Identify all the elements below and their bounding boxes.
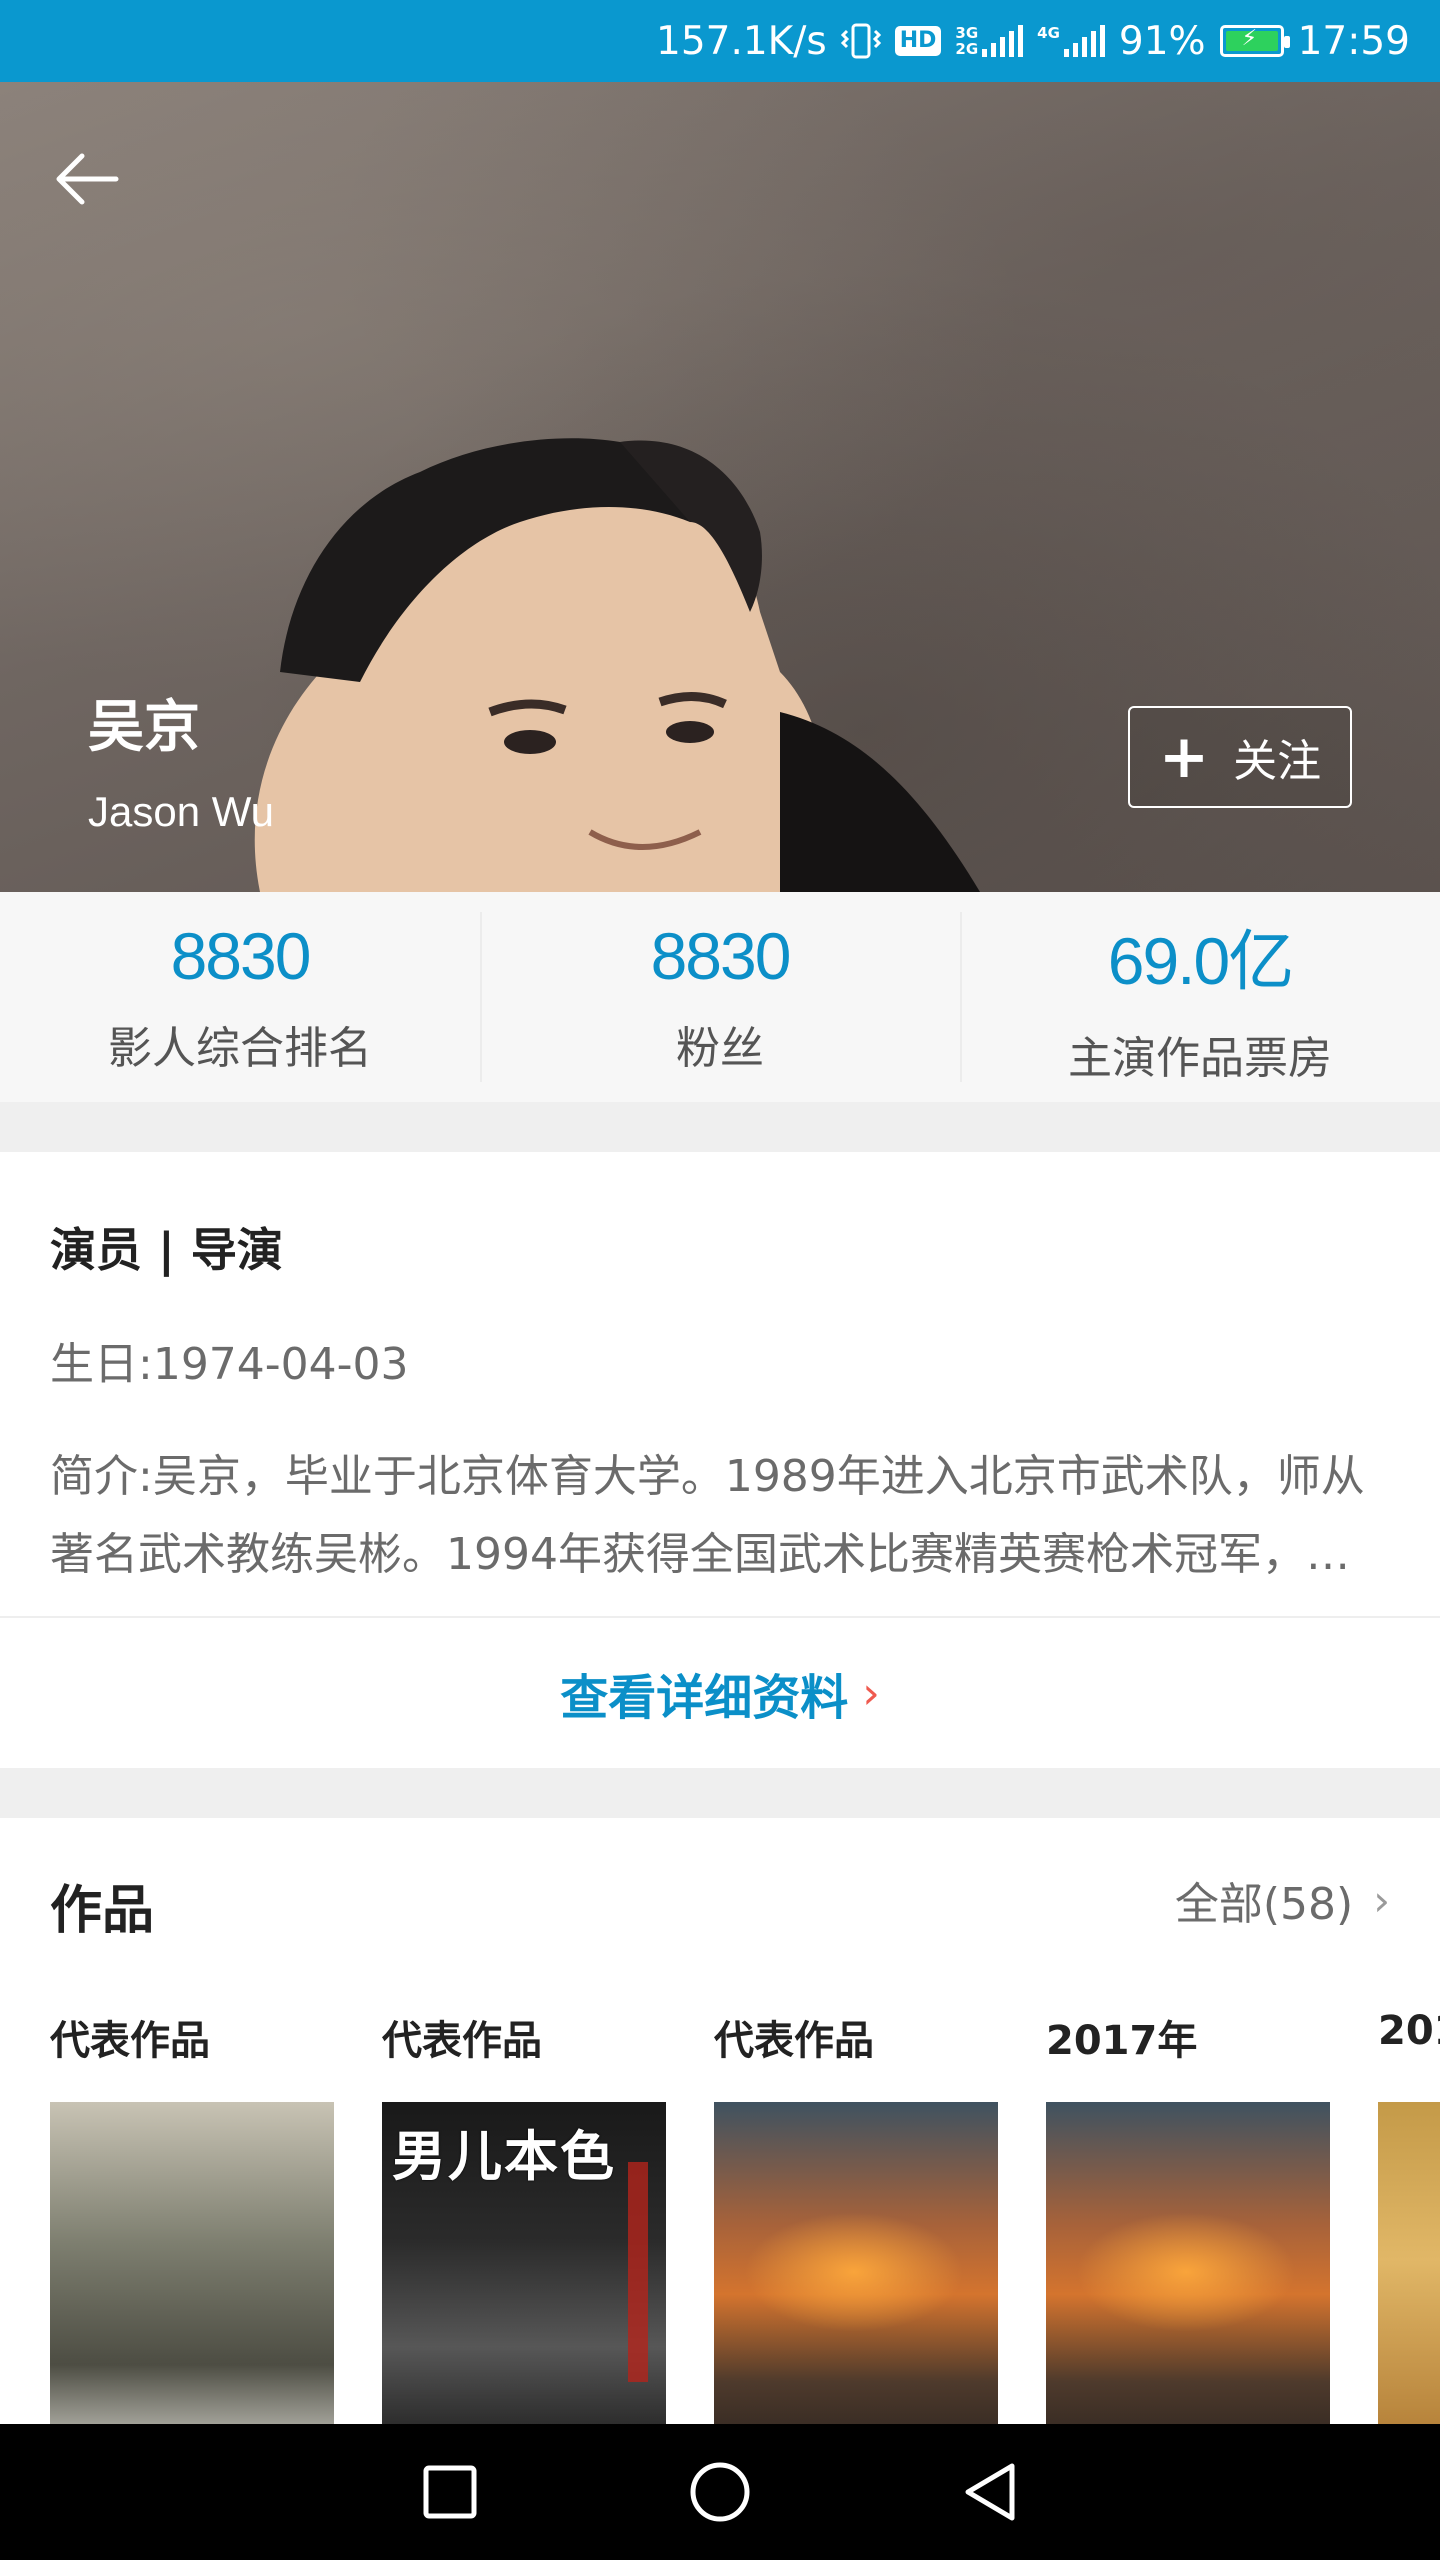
poster-decoration [1076, 2212, 1296, 2332]
work-label: 代表作品 [714, 2018, 874, 2064]
recents-square-icon[interactable] [415, 2457, 485, 2527]
actor-name-en: Jason Wu [88, 788, 274, 835]
work-item[interactable]: 代表作品 [50, 2008, 334, 2424]
battery-icon [1219, 25, 1290, 57]
net-4g-label: 4G [1037, 24, 1060, 42]
works-section: 作品 全部(58) › 代表作品 代表作品 男儿本色 代表作品 2017年 20 [0, 1818, 1440, 2424]
plus-icon: + [1158, 722, 1210, 792]
stat-fans[interactable]: 8830 粉丝 [480, 892, 960, 1102]
actor-name-cn: 吴京 [88, 695, 200, 760]
work-item[interactable]: 代表作品 [714, 2008, 998, 2424]
poster-decoration [628, 2162, 648, 2382]
work-label: 201 [1378, 2008, 1440, 2054]
follow-button[interactable]: + 关注 [1128, 706, 1352, 808]
follow-label: 关注 [1233, 736, 1322, 787]
home-circle-icon[interactable] [685, 2457, 755, 2527]
work-item[interactable]: 2017年 [1046, 2008, 1330, 2424]
work-item[interactable]: 201 [1378, 2008, 1440, 2424]
actor-portrait [254, 438, 980, 892]
profile-section: 演员 | 导演 生日:1974-04-03 简介:吴京，毕业于北京体育大学。19… [0, 1152, 1440, 1618]
work-poster[interactable] [714, 2102, 998, 2424]
stat-box-office[interactable]: 69.0亿 主演作品票房 [960, 892, 1440, 1102]
clock: 17:59 [1297, 18, 1410, 64]
birthday: 生日:1974-04-03 [50, 1339, 409, 1390]
net-2g-label: 2G [955, 40, 979, 58]
view-details-link[interactable]: 查看详细资料 › [0, 1618, 1440, 1768]
roles: 演员 | 导演 [50, 1223, 283, 1277]
chevron-right-icon: › [862, 1667, 880, 1719]
section-spacer [0, 1102, 1440, 1152]
works-title: 作品 [50, 1881, 155, 1941]
screen: 157.1K/s HD 3G2G 4G 91% 17:59 [0, 0, 1440, 2560]
poster-title: 男儿本色 [392, 2125, 616, 2188]
stat-label: 粉丝 [676, 1023, 764, 1074]
net-3g-label: 3G [955, 24, 979, 42]
works-all-label: 全部(58) [1174, 1879, 1354, 1930]
work-item[interactable]: 代表作品 男儿本色 [382, 2008, 666, 2424]
poster-decoration [744, 2212, 964, 2332]
stat-ranking[interactable]: 8830 影人综合排名 [0, 892, 480, 1102]
status-bar: 157.1K/s HD 3G2G 4G 91% 17:59 [0, 0, 1440, 82]
stat-label: 影人综合排名 [108, 1023, 372, 1074]
network-speed: 157.1K/s [656, 18, 827, 64]
back-arrow-icon[interactable] [50, 142, 124, 216]
vibrate-icon [840, 23, 881, 59]
stat-value: 8830 [650, 919, 792, 993]
signal-4g-icon: 4G [1037, 25, 1105, 57]
stat-label: 主演作品票房 [1068, 1033, 1332, 1084]
view-details-label: 查看详细资料 [560, 1670, 849, 1726]
work-label: 代表作品 [382, 2018, 542, 2064]
stats-bar: 8830 影人综合排名 8830 粉丝 69.0亿 主演作品票房 [0, 892, 1440, 1102]
section-spacer [0, 1768, 1440, 1818]
works-all-link[interactable]: 全部(58) › [1175, 1868, 1390, 1932]
stat-value: 69.0亿 [1107, 924, 1294, 998]
work-label: 代表作品 [50, 2018, 210, 2064]
hero-banner: 吴京 Jason Wu + 关注 [0, 82, 1440, 892]
work-poster[interactable] [1378, 2102, 1440, 2424]
work-poster[interactable] [1046, 2102, 1330, 2424]
chevron-right-icon: › [1373, 1875, 1390, 1925]
battery-percent: 91% [1118, 18, 1206, 64]
stat-value: 8830 [170, 919, 312, 993]
hd-icon: HD [894, 26, 942, 56]
works-carousel[interactable]: 代表作品 代表作品 男儿本色 代表作品 2017年 20 [50, 2008, 1440, 2424]
work-label: 2017年 [1046, 2018, 1198, 2064]
signal-3g-icon: 3G 2G [955, 24, 1024, 58]
work-poster[interactable] [50, 2102, 334, 2424]
intro-text: 简介:吴京，毕业于北京体育大学。1989年进入北京市武术队，师从著名武术教练吴彬… [50, 1451, 1365, 1580]
back-triangle-icon[interactable] [955, 2457, 1025, 2527]
system-nav-bar [0, 2424, 1440, 2560]
work-poster[interactable]: 男儿本色 [382, 2102, 666, 2424]
